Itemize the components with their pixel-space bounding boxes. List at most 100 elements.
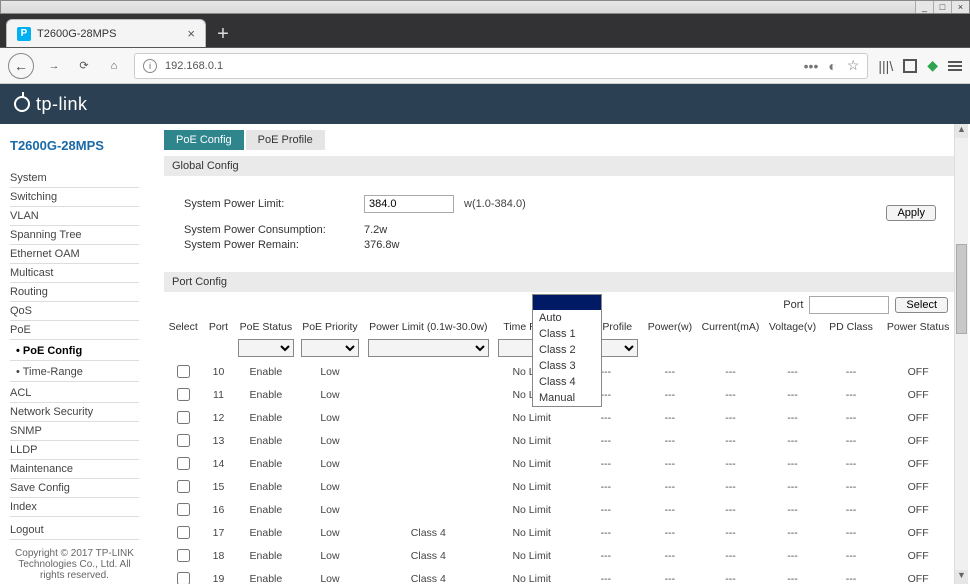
dropdown-option-class-1[interactable]: Class 1 — [533, 326, 601, 342]
browser-tab[interactable]: P T2600G-28MPS × — [6, 19, 206, 47]
cell: --- — [822, 383, 881, 406]
content-area: PoE Config PoE Profile Global Config Sys… — [150, 124, 970, 584]
global-config-panel: Global Config System Power Limit: w(1.0-… — [164, 156, 956, 262]
cell: 12 — [202, 406, 234, 429]
port-select-button[interactable]: Select — [895, 297, 948, 313]
row-select-checkbox[interactable] — [177, 549, 190, 562]
sidebar-item-index[interactable]: Index — [10, 498, 139, 517]
row-select-checkbox[interactable] — [177, 411, 190, 424]
sidebar-item-spanning-tree[interactable]: Spanning Tree — [10, 226, 139, 245]
sidebar-item-system[interactable]: System — [10, 169, 139, 188]
row-select-checkbox[interactable] — [177, 457, 190, 470]
cell: No Limit — [494, 406, 570, 429]
sidebar-sub-time-range[interactable]: • Time-Range — [10, 363, 139, 382]
sidebar-item-logout[interactable]: Logout — [10, 521, 139, 540]
row-select-checkbox[interactable] — [177, 480, 190, 493]
row-select-checkbox[interactable] — [177, 434, 190, 447]
cell: OFF — [880, 498, 956, 521]
cell[interactable] — [164, 383, 202, 406]
sidebar-item-ethernet-oam[interactable]: Ethernet OAM — [10, 245, 139, 264]
dropdown-selected-blank[interactable] — [533, 295, 601, 310]
sidebar-item-save-config[interactable]: Save Config — [10, 479, 139, 498]
address-bar[interactable]: i 192.168.0.1 ••• ◐ ☆ — [134, 53, 868, 79]
row-select-checkbox[interactable] — [177, 388, 190, 401]
cell[interactable] — [164, 360, 202, 383]
table-row: 16EnableLowNo Limit---------------OFF — [164, 498, 956, 521]
cell: --- — [822, 406, 881, 429]
sidebar-item-network-security[interactable]: Network Security — [10, 403, 139, 422]
table-row: 12EnableLowNo Limit---------------OFF — [164, 406, 956, 429]
window-close-button[interactable]: × — [951, 1, 969, 13]
scrollbar-down-icon[interactable]: ▼ — [955, 570, 968, 584]
dropdown-option-manual[interactable]: Manual — [533, 390, 601, 406]
sidebar-item-lldp[interactable]: LLDP — [10, 441, 139, 460]
power-limit-select[interactable] — [368, 339, 489, 357]
bookmark-star-icon[interactable]: ☆ — [847, 57, 860, 74]
row-select-checkbox[interactable] — [177, 526, 190, 539]
row-select-checkbox[interactable] — [177, 365, 190, 378]
site-info-icon[interactable]: i — [143, 59, 157, 73]
cell[interactable] — [164, 567, 202, 584]
tplink-logo-icon — [14, 96, 30, 112]
dropdown-option-class-3[interactable]: Class 3 — [533, 358, 601, 374]
cell[interactable] — [164, 475, 202, 498]
cell: 10 — [202, 360, 234, 383]
dropdown-option-auto[interactable]: Auto — [533, 310, 601, 326]
cell[interactable] — [164, 429, 202, 452]
power-limit-dropdown-menu[interactable]: AutoClass 1Class 2Class 3Class 4Manual — [532, 294, 602, 407]
sidebar-sub-poe-config[interactable]: • PoE Config — [10, 342, 139, 361]
sidebar-item-switching[interactable]: Switching — [10, 188, 139, 207]
cell[interactable] — [164, 521, 202, 544]
cell: --- — [698, 429, 764, 452]
cell: Low — [297, 498, 363, 521]
sidebar-item-maintenance[interactable]: Maintenance — [10, 460, 139, 479]
scrollbar-thumb[interactable] — [956, 244, 967, 334]
new-tab-button[interactable]: + — [210, 21, 236, 47]
cell[interactable] — [164, 544, 202, 567]
port-filter-input[interactable] — [809, 296, 889, 314]
cell: No Limit — [494, 521, 570, 544]
cell: Low — [297, 360, 363, 383]
cell[interactable] — [164, 452, 202, 475]
global-apply-button[interactable]: Apply — [886, 205, 936, 221]
window-maximize-button[interactable]: □ — [933, 1, 951, 13]
sidebar-item-acl[interactable]: ACL — [10, 384, 139, 403]
cell: Low — [297, 475, 363, 498]
window-minimize-button[interactable]: _ — [915, 1, 933, 13]
protection-shield-icon[interactable]: ◆ — [927, 57, 938, 74]
tab-poe-profile[interactable]: PoE Profile — [246, 130, 325, 150]
sidebar-item-vlan[interactable]: VLAN — [10, 207, 139, 226]
system-power-limit-input[interactable] — [364, 195, 454, 213]
device-model: T2600G-28MPS — [10, 138, 139, 153]
back-button[interactable]: ← — [8, 53, 34, 79]
dropdown-option-class-4[interactable]: Class 4 — [533, 374, 601, 390]
cell: --- — [698, 544, 764, 567]
forward-button[interactable]: → — [44, 56, 64, 76]
poe-status-select[interactable] — [238, 339, 294, 357]
sidebar-item-poe[interactable]: PoE — [10, 321, 139, 340]
sidebar-item-multicast[interactable]: Multicast — [10, 264, 139, 283]
cell[interactable] — [164, 498, 202, 521]
cell: Enable — [235, 567, 298, 584]
row-select-checkbox[interactable] — [177, 572, 190, 584]
tab-poe-config[interactable]: PoE Config — [164, 130, 244, 150]
sidebar-item-qos[interactable]: QoS — [10, 302, 139, 321]
menu-icon[interactable] — [948, 61, 962, 71]
scrollbar-up-icon[interactable]: ▲ — [955, 124, 968, 138]
library-icon[interactable]: |||\ — [878, 58, 893, 74]
reader-mode-icon[interactable]: ◐ — [828, 58, 836, 74]
poe-priority-select[interactable] — [301, 339, 359, 357]
reload-button[interactable]: ⟳ — [74, 56, 94, 76]
home-button[interactable]: ⌂ — [104, 56, 124, 76]
cell[interactable] — [164, 406, 202, 429]
row-select-checkbox[interactable] — [177, 503, 190, 516]
sidebar-item-snmp[interactable]: SNMP — [10, 422, 139, 441]
tab-close-icon[interactable]: × — [187, 26, 195, 41]
page-actions-icon[interactable]: ••• — [804, 58, 819, 74]
content-scrollbar[interactable]: ▲ ▼ — [954, 124, 968, 584]
sidebar-item-routing[interactable]: Routing — [10, 283, 139, 302]
sidebar-toggle-icon[interactable] — [903, 59, 917, 73]
system-power-consumption-value: 7.2w — [364, 224, 387, 236]
dropdown-option-class-2[interactable]: Class 2 — [533, 342, 601, 358]
system-power-consumption-label: System Power Consumption: — [184, 224, 364, 236]
